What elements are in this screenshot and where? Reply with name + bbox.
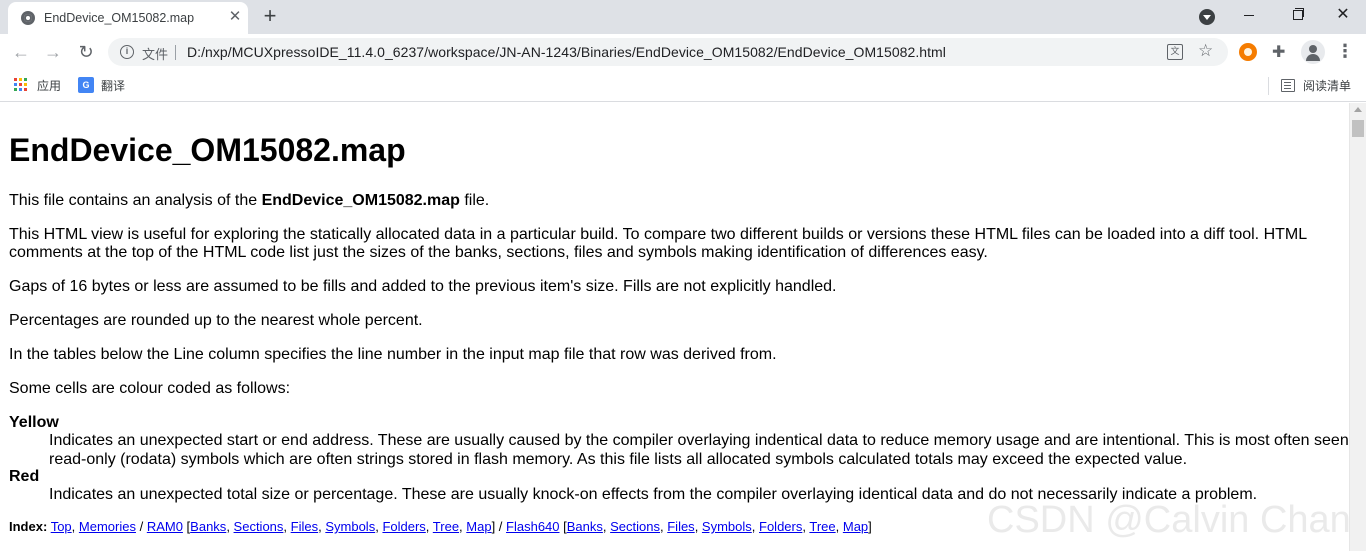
html-view-paragraph: This HTML view is useful for exploring t… <box>9 226 1307 261</box>
profile-avatar[interactable] <box>1301 40 1325 64</box>
reading-list-button[interactable]: 阅读清单 <box>1303 77 1351 95</box>
ram0-link-tree[interactable]: Tree <box>433 519 459 534</box>
flash-link-map[interactable]: Map <box>843 519 868 534</box>
legend-desc-red: Indicates an unexpected total size or pe… <box>49 486 1258 503</box>
reading-list-icon[interactable] <box>1281 79 1295 92</box>
forward-arrow-icon[interactable]: → <box>40 39 66 65</box>
bookmarks-divider <box>1268 77 1269 95</box>
flash-link-folders[interactable]: Folders <box>759 519 802 534</box>
file-scheme-label: 文件 <box>142 47 169 62</box>
intro-map-name: EndDevice_OM15082.map <box>261 192 460 209</box>
apps-grid-icon[interactable] <box>14 78 28 92</box>
minimize-button[interactable] <box>1234 2 1264 28</box>
ram0-link-banks[interactable]: Banks <box>190 519 226 534</box>
extensions-puzzle-icon[interactable]: ✚ <box>1272 42 1285 62</box>
back-arrow-icon[interactable]: ← <box>8 39 34 65</box>
scroll-up-arrow-icon[interactable] <box>1354 107 1362 112</box>
info-icon[interactable]: i <box>120 45 134 59</box>
tab-enddevice-map[interactable]: EndDevice_OM15082.map ✕ <box>8 2 248 34</box>
ram0-link-symbols[interactable]: Symbols <box>325 519 375 534</box>
bookmark-apps[interactable]: 应用 <box>37 77 61 95</box>
vertical-scrollbar[interactable] <box>1349 103 1366 551</box>
ram0-link-files[interactable]: Files <box>291 519 318 534</box>
close-tab-icon[interactable]: ✕ <box>226 8 244 26</box>
ram0-link-map[interactable]: Map <box>466 519 491 534</box>
intro-paragraph: This file contains an analysis of the En… <box>9 192 489 210</box>
scrollbar-thumb[interactable] <box>1352 120 1364 137</box>
bookmark-translate[interactable]: 翻译 <box>101 77 125 95</box>
legend-term-red: Red <box>9 468 40 485</box>
restore-button[interactable] <box>1282 2 1312 28</box>
omnibox-divider <box>175 45 176 60</box>
flash-link-tree[interactable]: Tree <box>809 519 835 534</box>
translate-page-icon[interactable]: 文 <box>1167 44 1183 60</box>
extension-icon[interactable] <box>1239 43 1257 61</box>
line-column-paragraph: In the tables below the Line column spec… <box>9 346 777 363</box>
url-text[interactable]: D:/nxp/MCUXpressoIDE_11.4.0_6237/workspa… <box>187 44 946 60</box>
intro-prefix: This file contains an analysis of the <box>9 192 262 209</box>
address-bar[interactable]: i 文件 D:/nxp/MCUXpressoIDE_11.4.0_6237/wo… <box>108 38 1228 66</box>
flash-link-sections[interactable]: Sections <box>610 519 660 534</box>
colour-code-paragraph: Some cells are colour coded as follows: <box>9 380 291 397</box>
browser-toolbar: ← → ↻ i 文件 D:/nxp/MCUXpressoIDE_11.4.0_6… <box>0 34 1366 70</box>
page-title: EndDevice_OM15082.map <box>9 132 406 168</box>
legend-desc-yellow-line1: Indicates an unexpected start or end add… <box>49 432 1349 449</box>
index-link-top[interactable]: Top <box>51 519 72 534</box>
bookmark-star-icon[interactable]: ☆ <box>1198 41 1213 61</box>
new-tab-button[interactable]: + <box>258 5 282 29</box>
page-viewport: EndDevice_OM15082.map This file contains… <box>0 103 1349 551</box>
more-menu-icon[interactable]: ⋮ <box>1336 41 1354 61</box>
bookmarks-bar: 应用 G 翻译 阅读清单 <box>0 70 1366 102</box>
flash-link-symbols[interactable]: Symbols <box>702 519 752 534</box>
ram0-link-folders[interactable]: Folders <box>382 519 425 534</box>
google-translate-icon[interactable]: G <box>78 77 94 93</box>
index-link-flash640[interactable]: Flash640 <box>506 519 559 534</box>
close-window-button[interactable]: ✕ <box>1328 2 1358 28</box>
flash-link-banks[interactable]: Banks <box>567 519 603 534</box>
ram0-link-sections[interactable]: Sections <box>234 519 284 534</box>
intro-suffix: file. <box>459 192 490 209</box>
tab-strip: EndDevice_OM15082.map ✕ + ✕ <box>0 0 1366 34</box>
index-link-ram0[interactable]: RAM0 <box>147 519 183 534</box>
index-nav: Index: Top, Memories / RAM0 [Banks, Sect… <box>9 519 872 534</box>
flash-link-files[interactable]: Files <box>667 519 694 534</box>
legend-term-yellow: Yellow <box>9 414 59 431</box>
tab-title: EndDevice_OM15082.map <box>44 11 195 25</box>
legend-desc-yellow-line2: read-only (rodata) symbols which are oft… <box>49 451 1188 468</box>
tab-search-icon[interactable] <box>1199 9 1215 25</box>
gaps-paragraph: Gaps of 16 bytes or less are assumed to … <box>9 278 837 295</box>
reload-icon[interactable]: ↻ <box>73 39 99 65</box>
index-label: Index: <box>9 519 48 534</box>
csdn-watermark: CSDN @Calvin Chan <box>987 499 1349 541</box>
index-link-memories[interactable]: Memories <box>79 519 136 534</box>
globe-icon <box>21 11 35 25</box>
percentages-paragraph: Percentages are rounded up to the neares… <box>9 312 423 329</box>
